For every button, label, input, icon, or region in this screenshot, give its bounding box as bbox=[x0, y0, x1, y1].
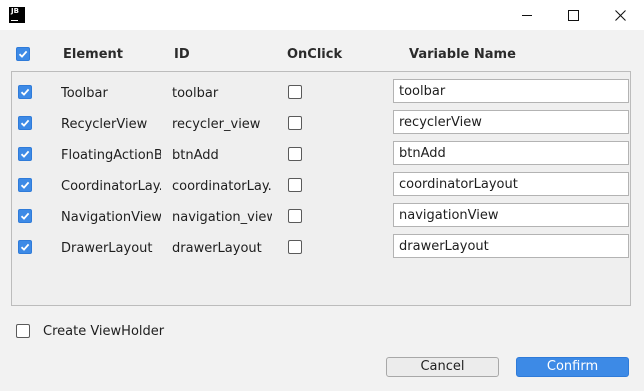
element-id: recycler_view bbox=[172, 117, 261, 132]
table-row: RecyclerView recycler_view recyclerView bbox=[12, 106, 630, 137]
variable-name-input[interactable]: drawerLayout bbox=[393, 234, 629, 258]
element-name: FloatingActionB... bbox=[61, 148, 161, 163]
element-name: CoordinatorLay... bbox=[61, 179, 161, 194]
row-select-checkbox[interactable] bbox=[18, 240, 32, 254]
row-select-checkbox[interactable] bbox=[18, 116, 32, 130]
row-select-checkbox[interactable] bbox=[18, 178, 32, 192]
variable-name-input[interactable]: toolbar bbox=[393, 79, 629, 103]
check-icon bbox=[20, 88, 30, 96]
minimize-button[interactable] bbox=[504, 0, 550, 30]
column-header-onclick: OnClick bbox=[287, 47, 343, 62]
onclick-checkbox[interactable] bbox=[288, 209, 302, 223]
create-viewholder-checkbox[interactable] bbox=[16, 324, 30, 338]
check-icon bbox=[18, 50, 28, 58]
onclick-checkbox[interactable] bbox=[288, 116, 302, 130]
element-id: drawerLayout bbox=[172, 241, 262, 256]
element-id: toolbar bbox=[172, 86, 219, 101]
jetbrains-logo: JB bbox=[9, 7, 25, 23]
variable-name-input[interactable]: navigationView bbox=[393, 203, 629, 227]
close-icon bbox=[614, 9, 626, 21]
maximize-button[interactable] bbox=[550, 0, 596, 30]
check-icon bbox=[20, 212, 30, 220]
onclick-checkbox[interactable] bbox=[288, 85, 302, 99]
element-id: navigation_view bbox=[172, 210, 272, 225]
check-icon bbox=[20, 119, 30, 127]
onclick-checkbox[interactable] bbox=[288, 240, 302, 254]
title-bar: JB bbox=[0, 0, 644, 30]
element-name: RecyclerView bbox=[61, 117, 148, 132]
variable-name-input[interactable]: coordinatorLayout bbox=[393, 172, 629, 196]
row-select-checkbox[interactable] bbox=[18, 209, 32, 223]
check-icon bbox=[20, 150, 30, 158]
table-row: Toolbar toolbar toolbar bbox=[12, 75, 630, 106]
table-row: CoordinatorLay... coordinatorLay... coor… bbox=[12, 168, 630, 199]
column-header-id: ID bbox=[174, 47, 190, 62]
element-name: DrawerLayout bbox=[61, 241, 153, 256]
cancel-button[interactable]: Cancel bbox=[386, 357, 499, 377]
element-name: NavigationView bbox=[61, 210, 161, 225]
element-id: coordinatorLay... bbox=[172, 179, 272, 194]
row-select-checkbox[interactable] bbox=[18, 85, 32, 99]
table-row: DrawerLayout drawerLayout drawerLayout bbox=[12, 230, 630, 261]
maximize-icon bbox=[567, 9, 579, 21]
onclick-checkbox[interactable] bbox=[288, 178, 302, 192]
onclick-checkbox[interactable] bbox=[288, 147, 302, 161]
close-button[interactable] bbox=[597, 0, 643, 30]
element-name: Toolbar bbox=[61, 86, 108, 101]
row-select-checkbox[interactable] bbox=[18, 147, 32, 161]
variable-name-input[interactable]: recyclerView bbox=[393, 110, 629, 134]
column-header-variable-name: Variable Name bbox=[409, 47, 516, 62]
check-icon bbox=[20, 243, 30, 251]
check-icon bbox=[20, 181, 30, 189]
create-viewholder-label: Create ViewHolder bbox=[43, 324, 165, 339]
minimize-icon bbox=[522, 15, 532, 16]
elements-table: Toolbar toolbar toolbar RecyclerView rec… bbox=[11, 71, 631, 306]
variable-name-input[interactable]: btnAdd bbox=[393, 141, 629, 165]
element-id: btnAdd bbox=[172, 148, 219, 163]
column-header-element: Element bbox=[63, 47, 123, 62]
table-row: NavigationView navigation_view navigatio… bbox=[12, 199, 630, 230]
logo-text: JB bbox=[11, 7, 19, 15]
table-row: FloatingActionB... btnAdd btnAdd bbox=[12, 137, 630, 168]
select-all-checkbox[interactable] bbox=[16, 47, 30, 61]
confirm-button[interactable]: Confirm bbox=[516, 357, 629, 377]
